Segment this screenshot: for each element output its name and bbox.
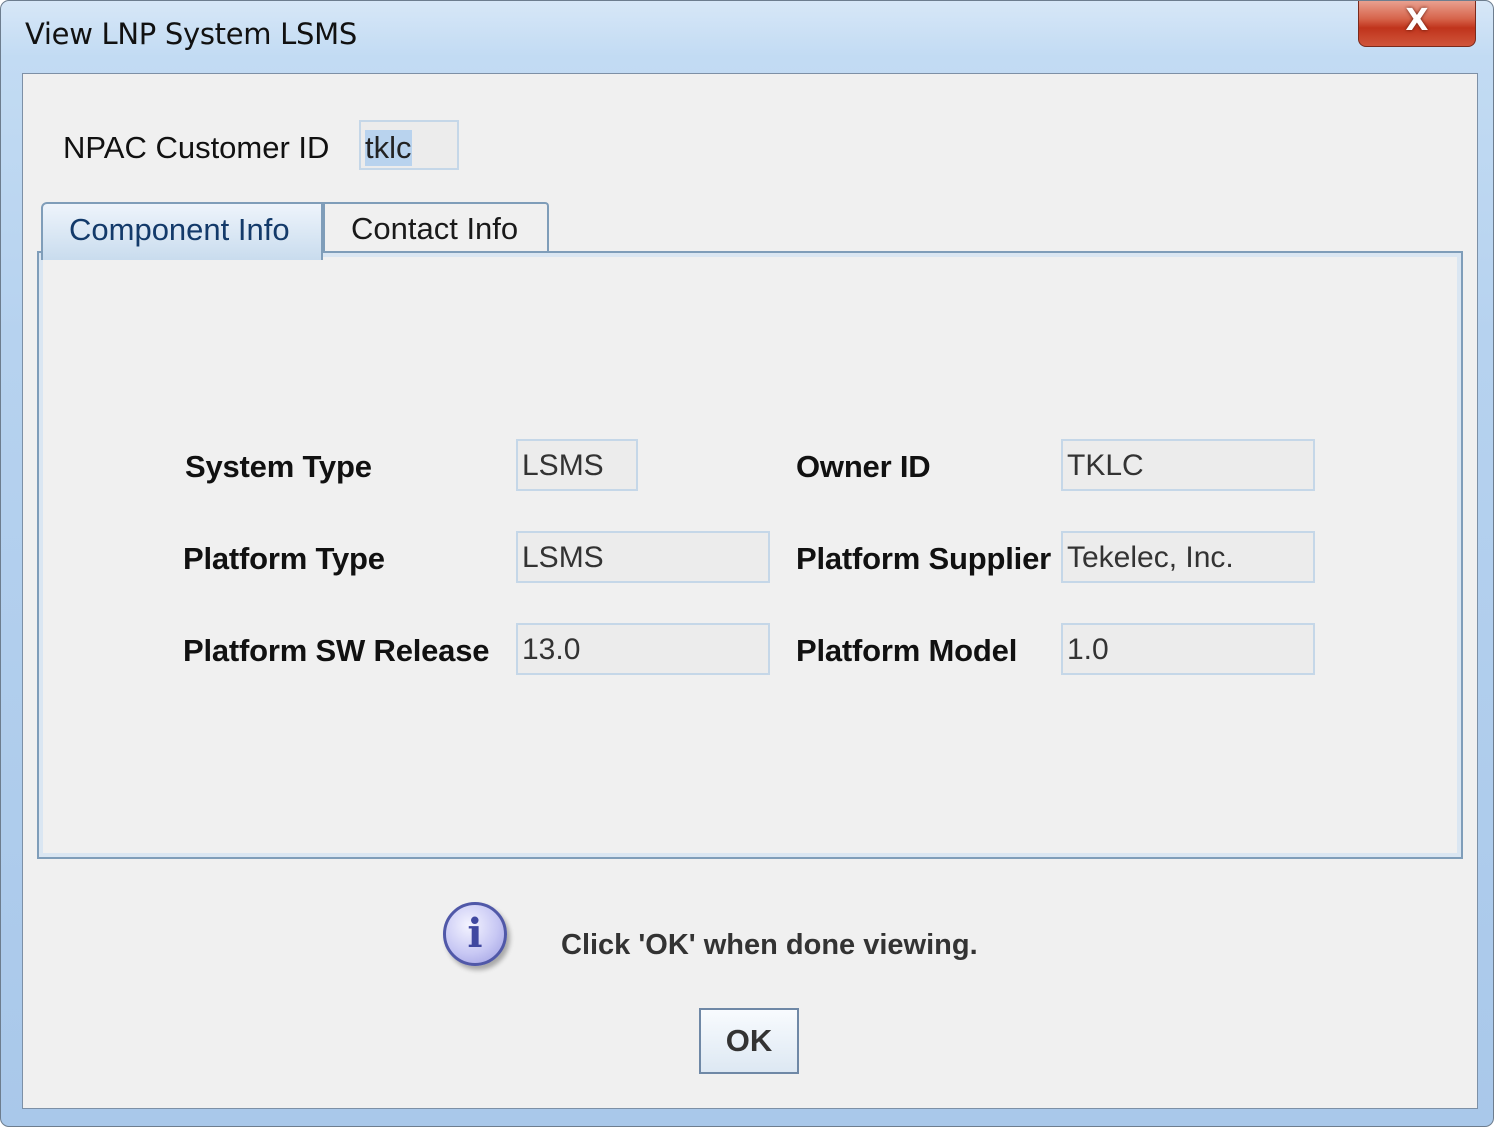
info-icon: i xyxy=(443,902,507,966)
status-message: Click 'OK' when done viewing. xyxy=(561,929,978,961)
dialog-content: NPAC Customer ID tklc Component Info Con… xyxy=(22,73,1478,1109)
window-title: View LNP System LSMS xyxy=(25,17,357,51)
system-type-label: System Type xyxy=(185,449,372,484)
platform-model-field[interactable]: 1.0 xyxy=(1061,623,1315,675)
info-icon-glyph: i xyxy=(467,909,483,957)
platform-type-field[interactable]: LSMS xyxy=(516,531,770,583)
tab-component-info[interactable]: Component Info xyxy=(41,202,323,260)
customer-id-label: NPAC Customer ID xyxy=(63,130,330,165)
platform-sw-release-field[interactable]: 13.0 xyxy=(516,623,770,675)
owner-id-field[interactable]: TKLC xyxy=(1061,439,1315,491)
customer-id-field[interactable]: tklc xyxy=(359,120,459,170)
platform-supplier-label: Platform Supplier xyxy=(796,541,1051,576)
close-icon: X xyxy=(1405,3,1429,38)
tab-contact-info[interactable]: Contact Info xyxy=(323,202,549,252)
dialog-window: View LNP System LSMS X NPAC Customer ID … xyxy=(0,0,1494,1127)
platform-supplier-field[interactable]: Tekelec, Inc. xyxy=(1061,531,1315,583)
owner-id-label: Owner ID xyxy=(796,449,931,484)
platform-sw-release-label: Platform SW Release xyxy=(183,633,490,668)
close-button[interactable]: X xyxy=(1358,1,1476,47)
title-bar[interactable]: View LNP System LSMS X xyxy=(1,1,1493,71)
customer-id-value: tklc xyxy=(365,130,412,166)
system-type-field[interactable]: LSMS xyxy=(516,439,638,491)
component-info-panel: System Type LSMS Platform Type LSMS Plat… xyxy=(37,251,1463,859)
ok-button[interactable]: OK xyxy=(699,1008,799,1074)
platform-model-label: Platform Model xyxy=(796,633,1018,668)
platform-type-label: Platform Type xyxy=(183,541,385,576)
